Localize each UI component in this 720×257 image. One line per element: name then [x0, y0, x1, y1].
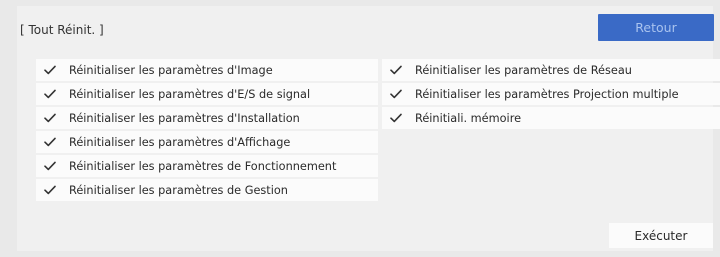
checkmark-icon: [390, 89, 402, 99]
checkmark-icon: [44, 185, 56, 195]
checkmark-icon: [44, 89, 56, 99]
reset-option-label: Réinitiali. mémoire: [415, 111, 522, 125]
execute-button[interactable]: Exécuter: [609, 223, 713, 248]
checkmark-icon: [44, 65, 56, 75]
reset-option-label: Réinitialiser les paramètres d'Affichage: [69, 135, 291, 149]
reset-option-operation[interactable]: Réinitialiser les paramètres de Fonction…: [36, 155, 378, 177]
reset-option-multi-projection[interactable]: Réinitialiser les paramètres Projection …: [382, 83, 720, 105]
reset-option-label: Réinitialiser les paramètres de Fonction…: [69, 159, 337, 173]
reset-option-management[interactable]: Réinitialiser les paramètres de Gestion: [36, 179, 378, 201]
checkmark-icon: [44, 161, 56, 171]
reset-option-label: Réinitialiser les paramètres de Réseau: [415, 63, 632, 77]
reset-option-network[interactable]: Réinitialiser les paramètres de Réseau: [382, 59, 720, 81]
reset-option-label: Réinitialiser les paramètres de Gestion: [69, 183, 288, 197]
reset-option-label: Réinitialiser les paramètres d'E/S de si…: [69, 87, 311, 101]
reset-option-signal-io[interactable]: Réinitialiser les paramètres d'E/S de si…: [36, 83, 378, 105]
reset-options-left-column: Réinitialiser les paramètres d'Image Réi…: [36, 59, 378, 203]
reset-option-label: Réinitialiser les paramètres d'Installat…: [69, 111, 300, 125]
reset-option-installation[interactable]: Réinitialiser les paramètres d'Installat…: [36, 107, 378, 129]
reset-option-image[interactable]: Réinitialiser les paramètres d'Image: [36, 59, 378, 81]
reset-option-display[interactable]: Réinitialiser les paramètres d'Affichage: [36, 131, 378, 153]
checkmark-icon: [390, 65, 402, 75]
checkmark-icon: [44, 113, 56, 123]
checkmark-icon: [390, 113, 402, 123]
checkmark-icon: [44, 137, 56, 147]
reset-option-label: Réinitialiser les paramètres Projection …: [415, 87, 679, 101]
reset-option-memory[interactable]: Réinitiali. mémoire: [382, 107, 720, 129]
dialog-title: [ Tout Réinit. ]: [20, 23, 104, 37]
back-button[interactable]: Retour: [598, 14, 714, 41]
reset-options-right-column: Réinitialiser les paramètres de Réseau R…: [382, 59, 720, 131]
reset-option-label: Réinitialiser les paramètres d'Image: [69, 63, 273, 77]
